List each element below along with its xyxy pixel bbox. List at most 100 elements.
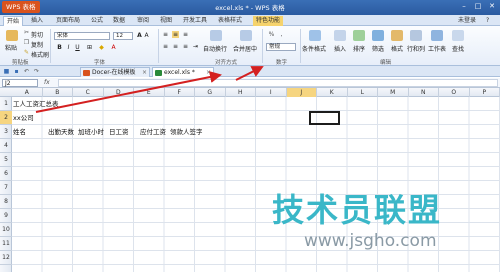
- align-right-icon[interactable]: ≡: [182, 43, 189, 50]
- column-header-a[interactable]: A: [12, 88, 43, 97]
- tab-developer[interactable]: 开发工具: [183, 16, 207, 26]
- align-top-icon[interactable]: ≡: [162, 31, 169, 38]
- percent-icon[interactable]: %: [268, 31, 275, 38]
- insert-cells-button[interactable]: 插入: [334, 44, 346, 53]
- help-icon[interactable]: ?: [486, 16, 489, 25]
- copy-button[interactable]: 复制: [31, 40, 43, 49]
- column-header-n[interactable]: N: [409, 88, 439, 97]
- row-header-12[interactable]: 12: [0, 251, 12, 265]
- cond-format-button[interactable]: 条件格式: [302, 44, 326, 53]
- cell-c3[interactable]: 加班小时: [78, 125, 104, 139]
- cell-a3[interactable]: 姓名: [13, 125, 26, 139]
- row-header-11[interactable]: 11: [0, 237, 12, 251]
- fill-color-icon[interactable]: ◆: [98, 44, 105, 51]
- indent-icon[interactable]: ⇥: [192, 43, 199, 50]
- formula-input[interactable]: [58, 79, 498, 87]
- column-header-b[interactable]: B: [43, 88, 73, 97]
- row-header-10[interactable]: 10: [0, 223, 12, 237]
- login-status[interactable]: 未登录: [458, 16, 476, 25]
- column-header-k[interactable]: K: [317, 88, 348, 97]
- row-col-icon[interactable]: [410, 30, 422, 41]
- underline-icon[interactable]: U: [74, 44, 81, 51]
- find-icon[interactable]: [452, 30, 464, 41]
- merge-center-button[interactable]: 合并居中: [233, 44, 257, 53]
- find-button[interactable]: 查找: [452, 44, 464, 53]
- cell-f3[interactable]: 领款人签字: [170, 125, 203, 139]
- row-header-8[interactable]: 8: [0, 195, 12, 209]
- column-header-d[interactable]: D: [104, 88, 134, 97]
- column-header-j[interactable]: J: [286, 88, 317, 97]
- row-header-3[interactable]: 3: [0, 125, 12, 139]
- close-icon[interactable]: ×: [142, 68, 147, 78]
- cell-d3[interactable]: 日工资: [109, 125, 129, 139]
- row-header-7[interactable]: 7: [0, 181, 12, 195]
- format-painter-button[interactable]: 格式刷: [31, 50, 49, 59]
- cell-e3[interactable]: 应付工资: [140, 125, 166, 139]
- tab-data[interactable]: 数据: [113, 16, 125, 26]
- border-icon[interactable]: ⊞: [86, 44, 93, 51]
- column-header-h[interactable]: H: [226, 88, 256, 97]
- sheet-button[interactable]: 工作表: [428, 44, 446, 53]
- cond-format-icon[interactable]: [309, 30, 321, 41]
- toolbar-quick-icon[interactable]: ■: [3, 68, 10, 75]
- row-header-2[interactable]: 2: [0, 111, 12, 125]
- grow-font-icon[interactable]: A: [136, 32, 143, 39]
- paste-icon[interactable]: [6, 30, 18, 41]
- tab-formulas[interactable]: 公式: [91, 16, 103, 26]
- column-header-o[interactable]: O: [439, 88, 470, 97]
- column-header-i[interactable]: I: [256, 88, 287, 97]
- column-header-l[interactable]: L: [348, 88, 378, 97]
- format-painter-icon[interactable]: ✎: [23, 49, 30, 56]
- font-color-icon[interactable]: A: [110, 44, 117, 51]
- row-header-6[interactable]: 6: [0, 167, 12, 181]
- row-header-4[interactable]: 4: [0, 139, 12, 153]
- font-size-select[interactable]: 12: [113, 32, 133, 40]
- tab-insert[interactable]: 插入: [31, 16, 43, 26]
- filter-button[interactable]: 筛选: [372, 44, 384, 53]
- copy-icon[interactable]: ❐: [23, 39, 30, 46]
- minimize-icon[interactable]: –: [458, 1, 470, 11]
- doc-tab-docer[interactable]: Docer-在线模板 ×: [80, 67, 150, 77]
- row-header-5[interactable]: 5: [0, 153, 12, 167]
- undo-icon[interactable]: ↶: [23, 68, 30, 75]
- italic-icon[interactable]: I: [65, 44, 72, 51]
- column-header-m[interactable]: M: [378, 88, 409, 97]
- sort-button[interactable]: 排序: [353, 44, 365, 53]
- tab-special-features[interactable]: 特色功能: [253, 16, 284, 26]
- active-cell-j2[interactable]: [309, 111, 340, 125]
- merge-center-icon[interactable]: [240, 30, 252, 41]
- cell-a2[interactable]: xx公司: [13, 111, 34, 125]
- bold-icon[interactable]: B: [56, 44, 63, 51]
- tab-table-style[interactable]: 表格样式: [218, 16, 242, 26]
- shrink-font-icon[interactable]: A: [143, 32, 150, 39]
- format-button[interactable]: 格式: [391, 44, 403, 53]
- column-header-e[interactable]: E: [134, 88, 165, 97]
- column-header-c[interactable]: C: [73, 88, 104, 97]
- tab-view[interactable]: 视图: [160, 16, 172, 26]
- cell-b3[interactable]: 出勤天数: [48, 125, 74, 139]
- row-header-9[interactable]: 9: [0, 209, 12, 223]
- save-icon[interactable]: ▪: [13, 68, 20, 75]
- align-left-icon[interactable]: ≡: [162, 43, 169, 50]
- cut-icon[interactable]: ✂: [23, 29, 30, 36]
- paste-button[interactable]: 粘贴: [5, 43, 17, 52]
- name-box[interactable]: J2: [2, 79, 38, 87]
- column-header-g[interactable]: G: [195, 88, 226, 97]
- align-middle-icon[interactable]: ≡: [172, 31, 179, 38]
- comma-style-icon[interactable]: ,: [278, 31, 285, 38]
- redo-icon[interactable]: ↷: [33, 68, 40, 75]
- fx-icon[interactable]: fx: [44, 79, 50, 86]
- tab-home[interactable]: 开始: [3, 16, 24, 26]
- wrap-text-button[interactable]: 自动换行: [203, 44, 227, 53]
- format-icon[interactable]: [391, 30, 403, 41]
- doc-tab-excel[interactable]: excel.xls * ×: [152, 67, 214, 77]
- column-header-f[interactable]: F: [165, 88, 195, 97]
- tab-review[interactable]: 审阅: [137, 16, 149, 26]
- insert-cells-icon[interactable]: [334, 30, 346, 41]
- align-bottom-icon[interactable]: ≡: [182, 31, 189, 38]
- number-format-select[interactable]: 常规: [266, 43, 296, 51]
- close-icon[interactable]: ×: [206, 68, 211, 78]
- cut-button[interactable]: 剪切: [31, 30, 43, 39]
- column-header-p[interactable]: P: [470, 88, 500, 97]
- row-col-button[interactable]: 行和列: [407, 44, 425, 53]
